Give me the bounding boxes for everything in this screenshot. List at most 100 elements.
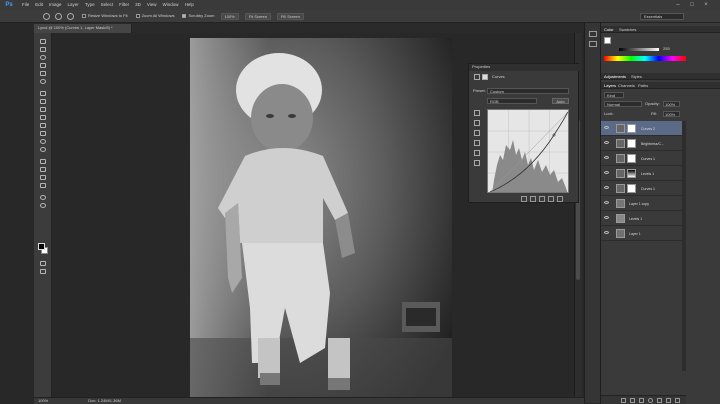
menu-file[interactable]: File bbox=[22, 2, 29, 8]
pencil-draw-icon[interactable] bbox=[474, 160, 480, 166]
crop-tool-icon[interactable] bbox=[38, 71, 48, 77]
reset-icon[interactable] bbox=[539, 196, 545, 202]
link-layers-icon[interactable] bbox=[621, 398, 626, 403]
properties-tab[interactable]: Properties bbox=[469, 64, 580, 71]
gray-slider[interactable] bbox=[619, 48, 659, 51]
channel-select[interactable]: RGB bbox=[487, 98, 537, 104]
color-spectrum-bar[interactable] bbox=[604, 56, 686, 61]
layer-mask-icon[interactable] bbox=[482, 74, 488, 80]
menu-image[interactable]: Image bbox=[49, 2, 62, 8]
preset-select[interactable]: Custom bbox=[487, 88, 569, 94]
layer-row[interactable]: Curves 2 bbox=[601, 121, 682, 136]
healing-brush-tool-icon[interactable] bbox=[38, 91, 48, 97]
quick-mask-icon[interactable] bbox=[38, 261, 48, 267]
mask-thumbnail[interactable] bbox=[627, 169, 636, 178]
path-select-tool-icon[interactable] bbox=[38, 175, 48, 181]
maximize-button[interactable]: □ bbox=[686, 0, 698, 10]
menu-type[interactable]: Type bbox=[85, 2, 95, 8]
menu-filter[interactable]: Filter bbox=[119, 2, 129, 8]
visibility-icon[interactable] bbox=[548, 196, 554, 202]
history-panel-icon[interactable] bbox=[589, 31, 597, 37]
pen-tool-icon[interactable] bbox=[38, 159, 48, 165]
eye-icon[interactable] bbox=[604, 156, 609, 159]
edit-points-icon[interactable] bbox=[474, 150, 480, 156]
gray-point-eyedropper-icon[interactable] bbox=[474, 130, 480, 136]
gradient-tool-icon[interactable] bbox=[38, 131, 48, 137]
quick-select-tool-icon[interactable] bbox=[38, 63, 48, 69]
eye-icon[interactable] bbox=[604, 231, 609, 234]
document-tab[interactable]: Lynol @ 100% (Curves 1, Layer Mask/8) * bbox=[34, 24, 132, 33]
scrubby-zoom-checkbox[interactable] bbox=[182, 14, 187, 18]
mask-thumbnail[interactable] bbox=[627, 154, 636, 163]
type-tool-icon[interactable] bbox=[38, 167, 48, 173]
new-adjustment-icon[interactable] bbox=[648, 398, 653, 403]
eye-icon[interactable] bbox=[604, 171, 609, 174]
layer-row[interactable]: Layer 1 copy bbox=[601, 196, 682, 211]
menu-3d[interactable]: 3D bbox=[135, 2, 141, 8]
curves-graph[interactable] bbox=[487, 109, 569, 193]
marquee-tool-icon[interactable] bbox=[38, 47, 48, 53]
zoom-tool-icon[interactable] bbox=[43, 12, 50, 20]
move-tool-icon[interactable] bbox=[38, 39, 48, 45]
layer-row[interactable]: Brightness/C... bbox=[601, 136, 682, 151]
hand-tool-icon[interactable] bbox=[38, 195, 48, 201]
history-brush-tool-icon[interactable] bbox=[38, 115, 48, 121]
eye-icon[interactable] bbox=[604, 126, 609, 129]
blur-tool-icon[interactable] bbox=[38, 139, 48, 145]
fit-screen-button[interactable]: Fit Screen bbox=[244, 12, 271, 20]
black-point-eyedropper-icon[interactable] bbox=[474, 120, 480, 126]
blend-mode-select[interactable]: Normal bbox=[604, 101, 642, 107]
menu-window[interactable]: Window bbox=[163, 2, 179, 8]
eye-icon[interactable] bbox=[604, 186, 609, 189]
dodge-tool-icon[interactable] bbox=[38, 147, 48, 153]
layer-row[interactable]: Layer 1 bbox=[601, 226, 682, 241]
mask-thumbnail[interactable] bbox=[627, 124, 636, 133]
brush-tool-icon[interactable] bbox=[38, 99, 48, 105]
eye-icon[interactable] bbox=[604, 201, 609, 204]
layer-row[interactable]: Curves 1 bbox=[601, 151, 682, 166]
zoom-all-checkbox[interactable] bbox=[135, 14, 140, 18]
layer-row[interactable]: Levels 1 bbox=[601, 166, 682, 181]
zoom-tool-icon-toolbar[interactable] bbox=[38, 203, 48, 209]
minimize-button[interactable]: – bbox=[672, 0, 684, 10]
new-group-icon[interactable] bbox=[657, 398, 662, 403]
workspace-select[interactable]: Essentials bbox=[640, 13, 684, 20]
layer-filter-kind[interactable]: Kind bbox=[604, 92, 624, 98]
view-previous-icon[interactable] bbox=[530, 196, 536, 202]
properties-panel-icon[interactable] bbox=[589, 41, 597, 47]
layer-row[interactable]: Levels 1 bbox=[601, 211, 682, 226]
white-point-eyedropper-icon[interactable] bbox=[474, 140, 480, 146]
clone-stamp-tool-icon[interactable] bbox=[38, 107, 48, 113]
add-mask-icon[interactable] bbox=[639, 398, 644, 403]
close-button[interactable]: × bbox=[700, 0, 712, 10]
new-layer-icon[interactable] bbox=[666, 398, 671, 403]
delete-adjustment-icon[interactable] bbox=[557, 196, 563, 202]
tab-layers[interactable]: Layers bbox=[604, 83, 616, 88]
tab-color[interactable]: Color bbox=[604, 27, 614, 32]
tab-channels[interactable]: Channels bbox=[618, 83, 635, 88]
tab-swatches[interactable]: Swatches bbox=[619, 27, 636, 32]
fill-input[interactable]: 100% bbox=[663, 111, 680, 117]
tab-paths[interactable]: Paths bbox=[638, 83, 648, 88]
auto-button[interactable]: Auto bbox=[552, 98, 569, 104]
menu-view[interactable]: View bbox=[147, 2, 157, 8]
shape-tool-icon[interactable] bbox=[38, 183, 48, 189]
screen-mode-icon[interactable] bbox=[38, 269, 48, 275]
eraser-tool-icon[interactable] bbox=[38, 123, 48, 129]
foreground-color-swatch[interactable] bbox=[38, 243, 45, 250]
layers-scrollbar[interactable] bbox=[682, 121, 686, 371]
zoom-out-icon[interactable] bbox=[67, 12, 74, 20]
on-image-adjust-icon[interactable] bbox=[474, 110, 480, 116]
clip-to-layer-icon[interactable] bbox=[521, 196, 527, 202]
lasso-tool-icon[interactable] bbox=[38, 55, 48, 61]
document-photo[interactable] bbox=[190, 38, 452, 397]
tab-styles[interactable]: Styles bbox=[631, 74, 642, 79]
mask-thumbnail[interactable] bbox=[627, 139, 636, 148]
layer-row[interactable]: Curves 1 bbox=[601, 181, 682, 196]
menu-help[interactable]: Help bbox=[185, 2, 194, 8]
status-zoom[interactable]: 100% bbox=[38, 399, 48, 403]
opacity-input[interactable]: 100% bbox=[663, 101, 680, 107]
eye-icon[interactable] bbox=[604, 141, 609, 144]
eye-icon[interactable] bbox=[604, 216, 609, 219]
tab-adjustments[interactable]: Adjustments bbox=[604, 74, 626, 79]
